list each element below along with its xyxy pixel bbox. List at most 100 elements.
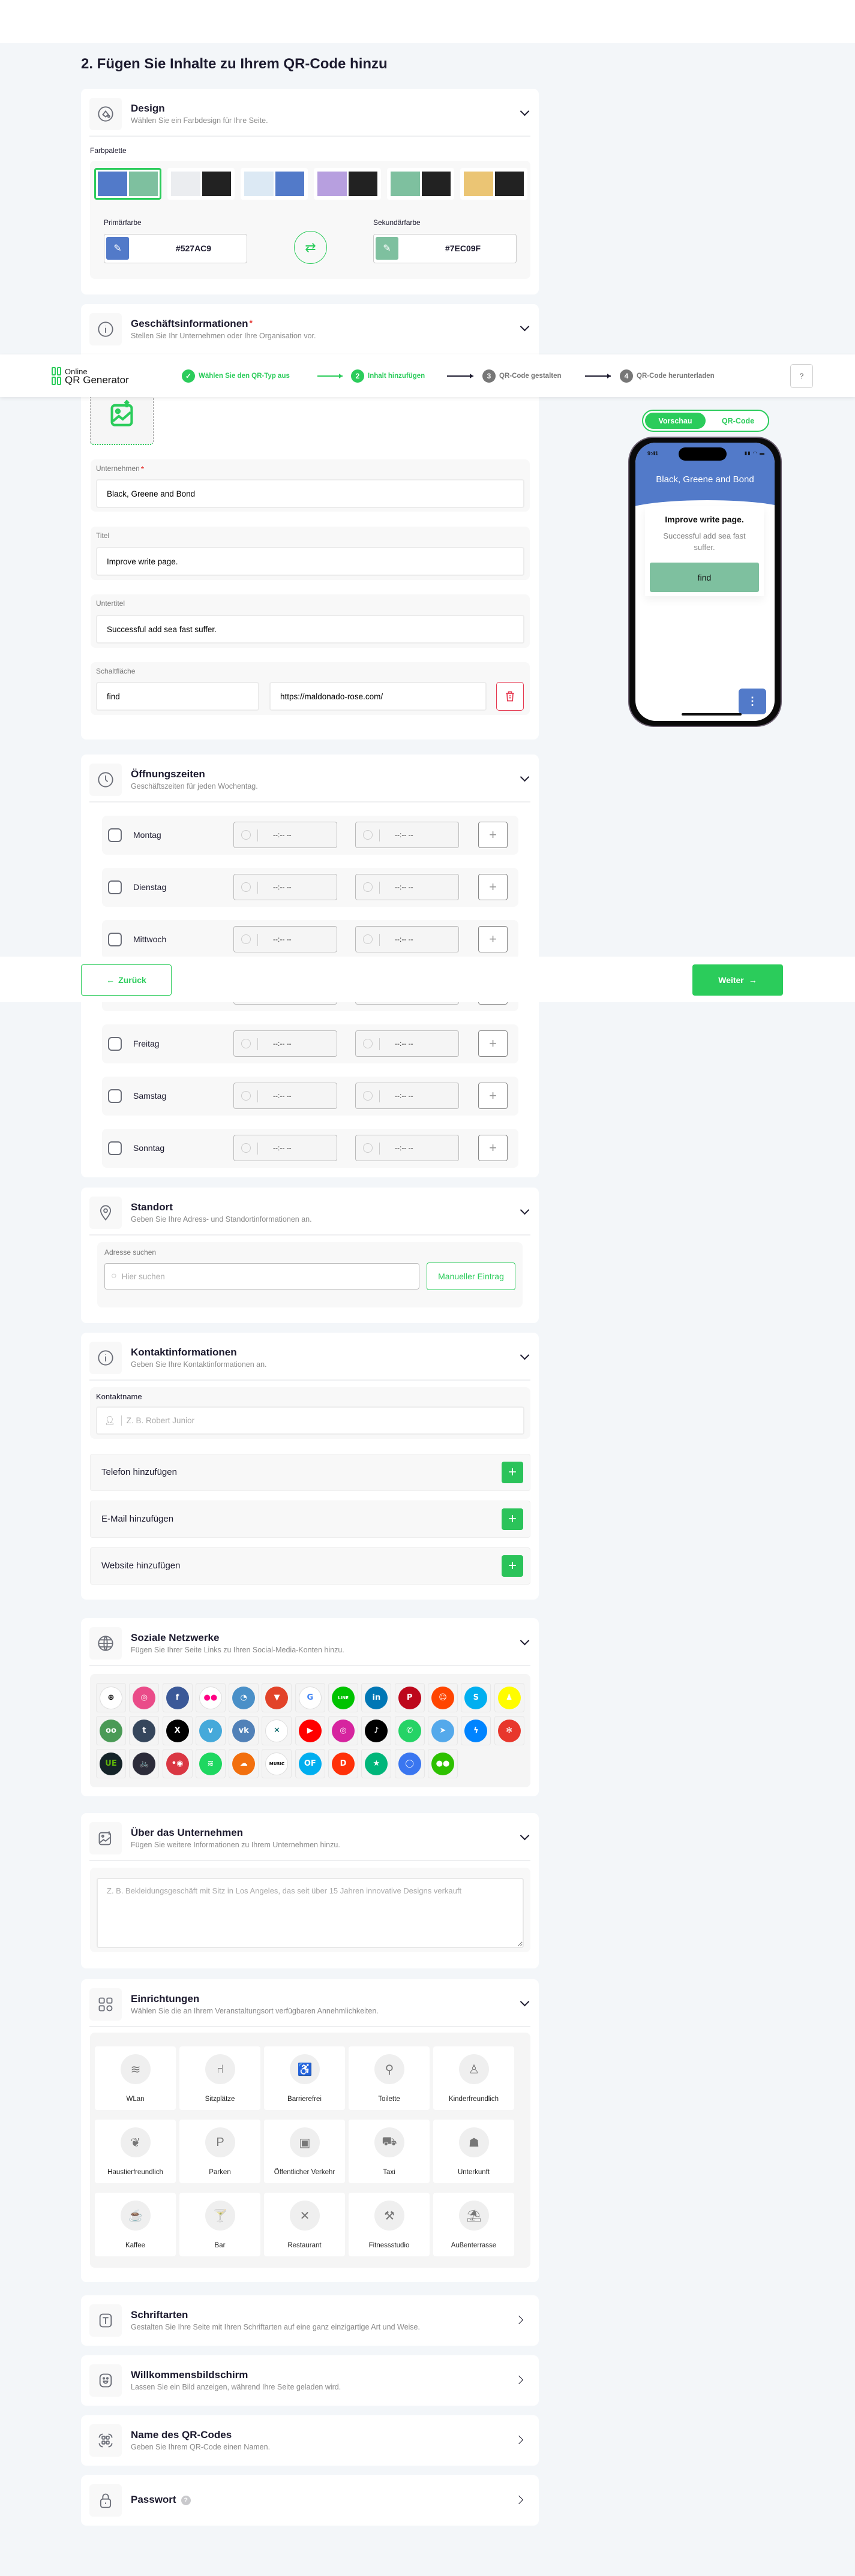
chevron-down-icon[interactable] [520,321,530,332]
palette-option[interactable] [241,168,308,200]
primary-color-field[interactable]: ✎ #527AC9 [104,234,247,263]
add-time-button[interactable]: + [478,1083,508,1109]
social-reddit-button[interactable]: ☺ [427,1683,458,1712]
social-telegram-button[interactable]: ➤ [427,1716,458,1745]
social-skype-button[interactable]: S [461,1683,491,1712]
social-opentable-button[interactable]: •◉ [162,1749,193,1778]
social-line-button[interactable]: LINE [328,1683,359,1712]
delete-button[interactable] [496,682,524,711]
company-input[interactable] [96,479,524,508]
day-checkbox[interactable] [108,1089,122,1103]
facility-option[interactable]: ⛱ Außenterrasse [433,2193,514,2256]
palette-option[interactable] [460,168,527,200]
social-xing-button[interactable]: ✕ [262,1716,292,1745]
chevron-right-icon[interactable] [514,2375,524,2385]
facility-option[interactable]: ≋ WLan [95,2046,176,2110]
social-snapchat-button[interactable]: ♟ [494,1683,524,1712]
social-website-button[interactable]: ⊕ [96,1683,126,1712]
add-website-row[interactable]: Website hinzufügen + [90,1547,530,1585]
preview-button[interactable]: find [650,563,759,592]
social-uber-eats-button[interactable]: UE [96,1749,126,1778]
palette-option[interactable] [387,168,454,200]
day-checkbox[interactable] [108,1141,122,1155]
social-x-button[interactable]: X [162,1716,193,1745]
address-search[interactable]: ○ [104,1263,419,1289]
company-input-field[interactable] [107,489,523,498]
social-instagram-button[interactable]: ◎ [328,1716,359,1745]
social-vimeo-button[interactable]: v [195,1716,226,1745]
facility-option[interactable]: ☗ Unterkunft [433,2120,514,2183]
menu-icon[interactable]: ⋮ [739,689,766,714]
chevron-down-icon[interactable] [520,1830,530,1841]
facility-option[interactable]: ⛟ Taxi [349,2120,430,2183]
opening-time-input[interactable]: --:-- -- [233,926,337,952]
social-trustpilot-button[interactable]: ★ [361,1749,392,1778]
social-github-button[interactable]: ◔ [229,1683,259,1712]
add-time-button[interactable]: + [478,822,508,848]
closing-time-input[interactable]: --:-- -- [355,926,459,952]
social-facebook-button[interactable]: f [162,1683,193,1712]
social-tiktok-button[interactable]: ♪ [361,1716,392,1745]
tab-preview[interactable]: Vorschau [645,413,706,429]
palette-option[interactable] [167,168,235,200]
closing-time-input[interactable]: --:-- -- [355,1135,459,1161]
button-url-input[interactable] [269,682,487,711]
chevron-down-icon[interactable] [520,106,530,116]
palette-option[interactable] [314,168,381,200]
add-phone-row[interactable]: Telefon hinzufügen + [90,1454,530,1491]
social-pinterest-button[interactable]: P [394,1683,425,1712]
facility-option[interactable]: ♿ Barrierefrei [264,2046,345,2110]
social-signal-button[interactable]: ◯ [394,1749,425,1778]
social-postmates-button[interactable]: 🚲 [129,1749,160,1778]
day-checkbox[interactable] [108,880,122,894]
social-doordash-button[interactable]: D [328,1749,359,1778]
social-gitlab-button[interactable]: ▼ [262,1683,292,1712]
opening-time-input[interactable]: --:-- -- [233,822,337,848]
facility-option[interactable]: ✕ Restaurant [264,2193,345,2256]
password-section[interactable]: Passwort? [81,2475,539,2526]
about-textarea[interactable] [97,1878,524,1948]
social-soundcloud-button[interactable]: ☁ [229,1749,259,1778]
facility-option[interactable]: ♙ Kinderfreundlich [433,2046,514,2110]
help-icon[interactable]: ? [181,2495,191,2505]
opening-time-input[interactable]: --:-- -- [233,1135,337,1161]
button-text-input[interactable] [96,682,259,711]
add-phone-button[interactable]: + [502,1462,523,1483]
facility-option[interactable]: ⚲ Toilette [349,2046,430,2110]
chevron-down-icon[interactable] [520,1350,530,1360]
opening-time-input[interactable]: --:-- -- [233,1083,337,1109]
chevron-right-icon[interactable] [514,2315,524,2325]
secondary-color-field[interactable]: ✎ #7EC09F [373,234,517,263]
manual-entry-button[interactable]: Manueller Eintrag [427,1263,515,1290]
social-dribbble-button[interactable]: ◎ [129,1683,160,1712]
button-text-field[interactable] [107,692,258,701]
day-checkbox[interactable] [108,1037,122,1051]
palette-option[interactable] [94,168,161,200]
add-time-button[interactable]: + [478,874,508,900]
back-button[interactable]: ← Zurück [81,964,172,996]
social-onlyfans-button[interactable]: OF [295,1749,325,1778]
facility-option[interactable]: 🍸 Bar [179,2193,260,2256]
opening-time-input[interactable]: --:-- -- [233,874,337,900]
social-wechat-button[interactable]: ●● [427,1749,458,1778]
chevron-down-icon[interactable] [520,1205,530,1215]
fonts-section[interactable]: Schriftarten Gestalten Sie Ihre Seite mi… [81,2295,539,2346]
facility-option[interactable]: ⚒ Fitnessstudio [349,2193,430,2256]
closing-time-input[interactable]: --:-- -- [355,874,459,900]
address-search-input[interactable] [121,1272,419,1281]
day-checkbox[interactable] [108,828,122,842]
social-tripadvisor-button[interactable]: oo [96,1716,126,1745]
title-input-field[interactable] [107,557,523,566]
qr-name-section[interactable]: Name des QR-Codes Geben Sie Ihrem QR-Cod… [81,2415,539,2466]
social-google-button[interactable]: G [295,1683,325,1712]
tab-qr-code[interactable]: QR-Code [709,413,767,429]
chevron-right-icon[interactable] [514,2435,524,2445]
button-url-field[interactable] [280,692,485,701]
social-messenger-button[interactable]: ϟ [461,1716,491,1745]
social-youtube-button[interactable]: ▶ [295,1716,325,1745]
social-flickr-button[interactable]: ●● [195,1683,226,1712]
social-apple-music-button[interactable]: MUSIC [262,1749,292,1778]
contact-name-input[interactable]: 👤︎ [96,1406,524,1435]
facility-option[interactable]: ☕ Kaffee [95,2193,176,2256]
pencil-icon[interactable]: ✎ [376,237,398,260]
